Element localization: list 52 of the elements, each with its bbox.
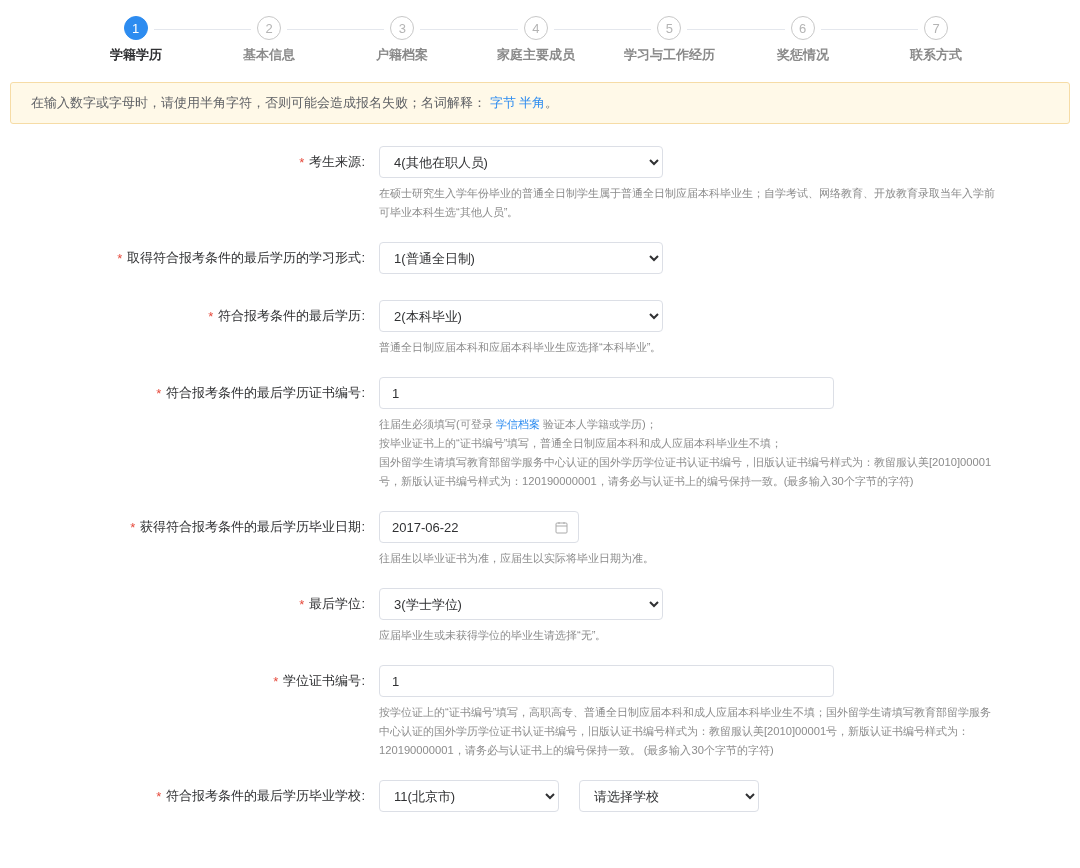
- field-label: 学位证书编号:: [283, 672, 365, 690]
- required-mark: *: [130, 519, 136, 535]
- input-field[interactable]: 1: [379, 665, 834, 697]
- field-label: 获得符合报考条件的最后学历毕业日期:: [140, 518, 365, 536]
- required-mark: *: [117, 250, 123, 266]
- hint-text: 应届毕业生或未获得学位的毕业生请选择“无”。: [379, 628, 608, 643]
- term-link[interactable]: 字节: [489, 95, 516, 110]
- step-number[interactable]: 6: [790, 16, 815, 40]
- archive-link[interactable]: 学信档案: [495, 418, 540, 430]
- hint-text: 在硕士研究生入学年份毕业的普通全日制学生属于普通全日制应届本科毕业生；自学考试、网络教育、开放教育录取当年入学前可毕业本科生选“其他人员”。: [379, 186, 995, 220]
- field-label: 最后学位:: [309, 595, 365, 613]
- required-mark: *: [156, 385, 162, 401]
- step-label[interactable]: 基本信息: [243, 46, 296, 64]
- step-number[interactable]: 4: [523, 16, 548, 40]
- field-label: 符合报考条件的最后学历:: [218, 307, 365, 325]
- required-mark: *: [208, 308, 214, 324]
- select-field[interactable]: 请选择学校: [579, 780, 759, 812]
- hint-text: 往届生必须填写(可登录 学信档案 验证本人学籍或学历)；: [379, 417, 658, 432]
- notice-text: 在输入数字或字母时，请使用半角字符，否则可能会造成报名失败；名词解释： 字节 半角。: [31, 94, 559, 112]
- select-field[interactable]: 1(普通全日制): [379, 242, 663, 274]
- required-mark: *: [299, 596, 305, 612]
- required-mark: *: [156, 788, 162, 804]
- select-field[interactable]: 4(其他在职人员): [379, 146, 663, 178]
- hint-text: 按学位证上的“证书编号”填写，高职高专、普通全日制应届本科和成人应届本科毕业生不填；国外留学生请填写教育部留学服务中心认证的国外学历学位证书认证书编号，旧版认证书编号样式为：教留服认美[2010]00001号，新版认证书编号样式为：120190000001，请务必与认证书上的编号保持一致。 (最多输入30个字节的字符): [379, 705, 993, 758]
- required-mark: *: [273, 673, 279, 689]
- select-field[interactable]: 2(本科毕业): [379, 300, 663, 332]
- calendar-icon: [555, 520, 568, 534]
- hint-text: 国外留学生请填写教育部留学服务中心认证的国外学历学位证书认证书编号，旧版认证书编号样式为：教留服认美[2010]00001号，新版认证书编号样式为：120190000001，请务必与认证书上的编号保持一致。(最多输入30个字节的字符): [379, 455, 993, 489]
- step-number[interactable]: 5: [657, 16, 682, 40]
- step-number[interactable]: 2: [257, 16, 282, 40]
- field-label: 取得符合报考条件的最后学历的学习形式:: [127, 249, 365, 267]
- input-field[interactable]: 1: [379, 377, 834, 409]
- step-number[interactable]: 7: [924, 16, 949, 40]
- required-mark: *: [299, 154, 305, 170]
- step-number[interactable]: 3: [390, 16, 415, 40]
- term-link[interactable]: 半角: [519, 95, 546, 110]
- field-label: 符合报考条件的最后学历证书编号:: [166, 384, 365, 402]
- step-label[interactable]: 户籍档案: [376, 46, 429, 64]
- step-label[interactable]: 学习与工作经历: [623, 46, 715, 64]
- select-field[interactable]: 11(北京市): [379, 780, 559, 812]
- hint-text: 普通全日制应届本科和应届本科毕业生应选择“本科毕业”。: [379, 340, 663, 355]
- hint-text: 往届生以毕业证书为准，应届生以实际将毕业日期为准。: [379, 551, 655, 566]
- step-label[interactable]: 家庭主要成员: [496, 46, 575, 64]
- step-number[interactable]: 1: [123, 16, 148, 40]
- hint-text: 按毕业证书上的“证书编号”填写，普通全日制应届本科和成人应届本科毕业生不填；: [379, 436, 784, 451]
- field-label: 考生来源:: [309, 153, 365, 171]
- step-label[interactable]: 学籍学历: [109, 46, 162, 64]
- field-label: 符合报考条件的最后学历毕业学校:: [166, 787, 365, 805]
- step-label[interactable]: 联系方式: [910, 46, 963, 64]
- select-field[interactable]: 3(学士学位): [379, 588, 663, 620]
- step-label[interactable]: 奖惩情况: [776, 46, 829, 64]
- date-field[interactable]: 2017-06-22: [379, 511, 579, 543]
